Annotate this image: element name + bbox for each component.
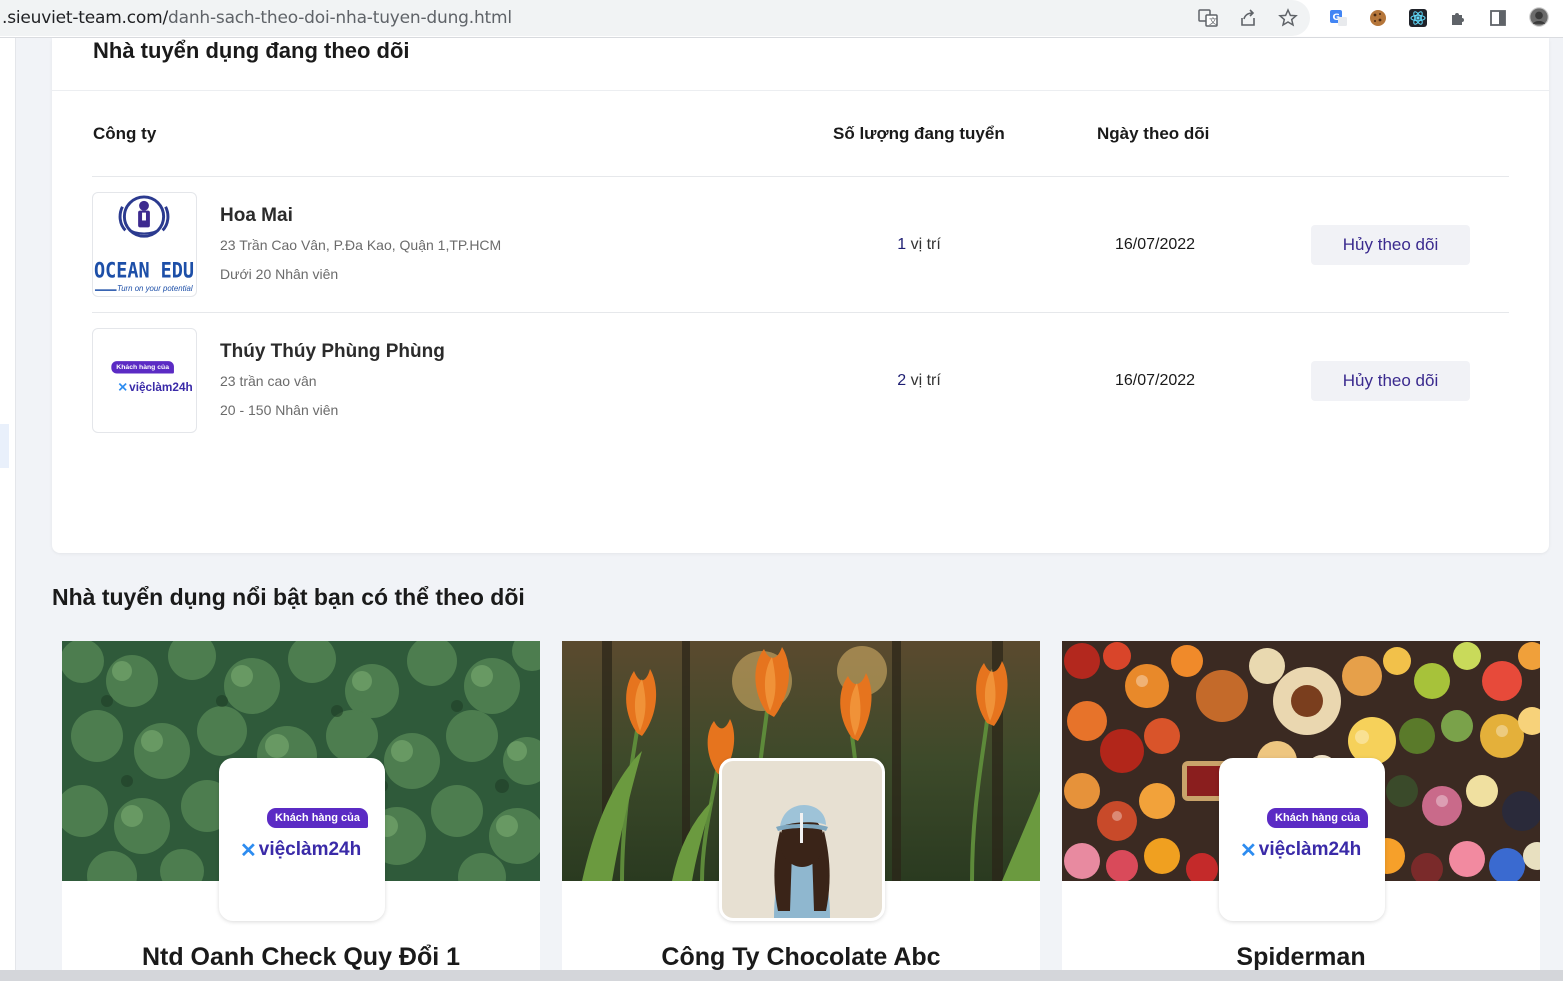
suggested-company-card[interactable]: Khách hàng của ✕ việclàm24h Ntd Oanh Chec…	[62, 641, 540, 981]
open-positions-unit: vị trí	[910, 236, 941, 253]
suggested-company-card[interactable]: Công Ty Chocolate Abc	[562, 641, 1040, 981]
company-logo: Khách hàng của ✕ việclàm24h	[1219, 758, 1385, 921]
extensions-puzzle-icon[interactable]	[1446, 6, 1470, 30]
company-name[interactable]: Công Ty Chocolate Abc	[562, 943, 1040, 972]
section-title: Nhà tuyển dụng nổi bật bạn có thể theo d…	[52, 584, 525, 610]
column-header-count: Số lượng đang tuyển	[833, 124, 1005, 143]
side-panel-icon[interactable]	[1486, 6, 1510, 30]
suggested-company-card[interactable]: Khách hàng của ✕ việclàm24h Spiderman	[1062, 641, 1540, 981]
table-row: Khách hàng của ✕ việclàm24h Thúy Thúy Phù…	[92, 313, 1509, 449]
logo-wordmark: ✕ việclàm24h	[1240, 839, 1362, 862]
url-text[interactable]: .sieuviet-team.com/danh-sach-theo-doi-nh…	[2, 8, 512, 28]
company-size: Dưới 20 Nhân viên	[220, 266, 339, 282]
follow-date: 16/07/2022	[1114, 236, 1196, 253]
horizontal-scrollbar[interactable]	[0, 970, 1563, 981]
divider	[52, 90, 1549, 91]
company-logo	[719, 758, 885, 921]
star-icon[interactable]	[1276, 6, 1300, 30]
vieclam24h-logo: Khách hàng của ✕ việclàm24h	[111, 360, 193, 401]
company-logo: Khách hàng của ✕ việclàm24h	[219, 758, 385, 921]
column-header-date: Ngày theo dõi	[1097, 124, 1210, 143]
logo-badge: Khách hàng của	[1267, 807, 1368, 828]
open-positions-number: 2	[897, 372, 907, 389]
unfollow-button[interactable]: Hủy theo dõi	[1311, 225, 1470, 265]
company-logo[interactable]: Khách hàng của ✕ việclàm24h	[92, 328, 197, 433]
vieclam24h-logo: Khách hàng của ✕ việclàm24h	[232, 807, 372, 872]
company-size: 20 - 150 Nhân viên	[220, 402, 339, 418]
svg-text:文: 文	[1209, 16, 1217, 26]
vieclam-x-icon: ✕	[240, 839, 257, 862]
logo-badge: Khách hàng của	[267, 807, 368, 828]
react-devtools-icon[interactable]	[1406, 6, 1430, 30]
company-name[interactable]: Spiderman	[1062, 943, 1540, 972]
follow-date: 16/07/2022	[1114, 372, 1196, 389]
column-header-company: Công ty	[93, 124, 157, 143]
google-translate-ext-icon[interactable]: G	[1326, 6, 1350, 30]
profile-avatar-icon[interactable]	[1526, 4, 1552, 30]
open-positions-number: 1	[897, 236, 907, 253]
vieclam24h-logo: Khách hàng của ✕ việclàm24h	[1232, 807, 1372, 872]
company-name[interactable]: Ntd Oanh Check Quy Đổi 1	[62, 943, 540, 972]
open-positions-unit: vị trí	[910, 372, 941, 389]
followed-recruiters-card: Nhà tuyển dụng đang theo dõi Công ty Số …	[52, 38, 1549, 553]
browser-toolbar: .sieuviet-team.com/danh-sach-theo-doi-nh…	[0, 0, 1563, 38]
ocean-edu-logo-tagline: Turn on your potential	[117, 284, 193, 293]
company-name[interactable]: Hoa Mai	[220, 205, 293, 227]
unfollow-button[interactable]: Hủy theo dõi	[1311, 361, 1470, 401]
cookie-icon[interactable]	[1366, 6, 1390, 30]
page-title: Nhà tuyển dụng đang theo dõi	[93, 38, 410, 63]
ocean-edu-logo-text: OCEAN EDU	[94, 258, 194, 283]
left-sidebar-strip	[0, 38, 16, 981]
vieclam-x-icon: ✕	[117, 380, 128, 395]
address-bar[interactable]: .sieuviet-team.com/danh-sach-theo-doi-nh…	[0, 0, 1310, 36]
vieclam-x-icon: ✕	[1240, 839, 1257, 862]
company-address: 23 Trần Cao Vân, P.Đa Kao, Quận 1,TP.HCM	[220, 237, 502, 253]
logo-wordmark: ✕ việclàm24h	[240, 839, 362, 862]
company-address: 23 trần cao vân	[220, 373, 317, 389]
translate-icon[interactable]: 文	[1196, 6, 1220, 30]
sidebar-active-marker	[0, 424, 9, 468]
company-logo[interactable]: OCEAN EDU Turn on your potential	[92, 192, 197, 297]
table-row: OCEAN EDU Turn on your potential Hoa Mai…	[92, 177, 1509, 313]
girl-with-cap-avatar-icon	[722, 761, 882, 918]
open-positions-count: 2 vị trí	[834, 372, 1004, 390]
logo-wordmark: ✕ việclàm24h	[117, 380, 193, 395]
open-positions-count: 1 vị trí	[834, 236, 1004, 254]
share-icon[interactable]	[1236, 6, 1260, 30]
logo-badge: Khách hàng của	[111, 360, 174, 374]
company-name[interactable]: Thúy Thúy Phùng Phùng	[220, 341, 445, 363]
